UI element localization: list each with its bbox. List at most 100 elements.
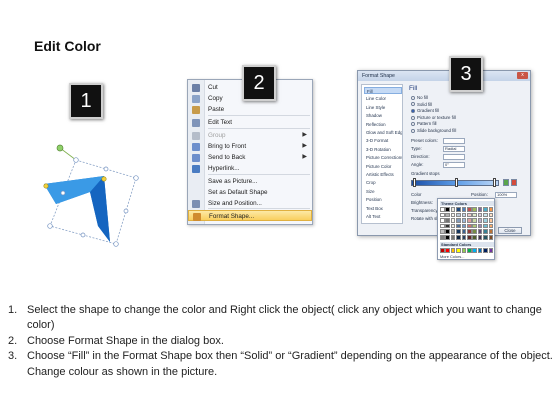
standard-color-swatch[interactable]: [467, 248, 472, 253]
add-stop-icon[interactable]: [503, 179, 509, 186]
fill-option-radio[interactable]: No fill: [411, 95, 491, 101]
theme-color-swatch[interactable]: [483, 235, 488, 240]
nav-item-line-color[interactable]: Line Color: [364, 95, 402, 102]
theme-color-swatch[interactable]: [477, 207, 483, 212]
menu-item-format-shape[interactable]: Format Shape...: [188, 210, 312, 221]
theme-color-swatch[interactable]: [488, 235, 494, 240]
theme-color-swatch[interactable]: [467, 218, 472, 223]
nav-item-fill[interactable]: Fill: [364, 87, 402, 95]
menu-item-save-as-picture[interactable]: Save as Picture...: [188, 176, 312, 187]
theme-color-swatch[interactable]: [488, 207, 494, 212]
theme-color-swatch[interactable]: [461, 229, 467, 234]
menu-item-set-as-default-shape[interactable]: Set as Default Shape: [188, 187, 312, 198]
fill-option-radio[interactable]: Solid fill: [411, 102, 491, 108]
nav-item-glow-and-soft-edges[interactable]: Glow and Soft Edges: [364, 129, 402, 136]
theme-color-swatch[interactable]: [477, 223, 483, 229]
nav-item-alt-text[interactable]: Alt Text: [364, 213, 402, 220]
theme-color-swatch[interactable]: [450, 223, 456, 229]
nav-item-3-d-format[interactable]: 3-D Format: [364, 137, 402, 144]
theme-color-swatch[interactable]: [483, 212, 488, 218]
menu-item-hyperlink[interactable]: Hyperlink...: [188, 163, 312, 174]
theme-color-swatch[interactable]: [472, 212, 477, 218]
theme-color-swatch[interactable]: [445, 223, 450, 229]
nav-item-picture-corrections[interactable]: Picture Corrections: [364, 154, 402, 161]
field-control[interactable]: Radial: [443, 146, 465, 152]
theme-color-swatch[interactable]: [488, 212, 494, 218]
theme-color-swatch[interactable]: [472, 235, 477, 240]
theme-color-swatch[interactable]: [456, 212, 461, 218]
standard-color-swatch[interactable]: [450, 248, 456, 253]
fill-option-radio[interactable]: Slide background fill: [411, 128, 491, 134]
theme-color-swatch[interactable]: [483, 223, 488, 229]
field-control[interactable]: [443, 138, 465, 144]
theme-color-swatch[interactable]: [445, 235, 450, 240]
theme-color-swatch[interactable]: [477, 235, 483, 240]
menu-item-size-and-position[interactable]: Size and Position...: [188, 198, 312, 209]
theme-color-swatch[interactable]: [440, 235, 445, 240]
nav-item-shadow[interactable]: Shadow: [364, 112, 402, 119]
theme-color-swatch[interactable]: [445, 212, 450, 218]
menu-item-bring-to-front[interactable]: Bring to Front ▶: [188, 141, 312, 152]
theme-color-swatch[interactable]: [440, 207, 445, 212]
theme-color-swatch[interactable]: [440, 229, 445, 234]
nav-item-reflection[interactable]: Reflection: [364, 121, 402, 128]
theme-color-swatch[interactable]: [467, 207, 472, 212]
position-input[interactable]: 100%: [495, 192, 517, 198]
theme-color-swatch[interactable]: [467, 223, 472, 229]
theme-color-swatch[interactable]: [467, 235, 472, 240]
menu-item-paste[interactable]: Paste: [188, 104, 312, 115]
theme-color-swatch[interactable]: [450, 212, 456, 218]
theme-color-swatch[interactable]: [461, 235, 467, 240]
theme-color-swatch[interactable]: [456, 207, 461, 212]
theme-color-swatch[interactable]: [440, 218, 445, 223]
theme-color-swatch[interactable]: [467, 212, 472, 218]
theme-color-swatch[interactable]: [467, 229, 472, 234]
theme-color-swatch[interactable]: [461, 207, 467, 212]
theme-color-swatch[interactable]: [450, 229, 456, 234]
theme-color-swatch[interactable]: [461, 218, 467, 223]
menu-item-edit-text[interactable]: Edit Text: [188, 117, 312, 128]
theme-color-swatch[interactable]: [488, 229, 494, 234]
theme-color-swatch[interactable]: [440, 212, 445, 218]
menu-item-send-to-back[interactable]: Send to Back ▶: [188, 152, 312, 163]
theme-color-swatch[interactable]: [477, 229, 483, 234]
nav-item-size[interactable]: Size: [364, 188, 402, 195]
nav-item-line-style[interactable]: Line Style: [364, 104, 402, 111]
theme-color-swatch[interactable]: [450, 235, 456, 240]
gradient-stop-handle[interactable]: [413, 178, 416, 187]
standard-color-swatch[interactable]: [472, 248, 477, 253]
standard-color-swatch[interactable]: [456, 248, 461, 253]
more-colors-link[interactable]: More Colors...: [440, 254, 464, 259]
theme-color-swatch[interactable]: [483, 229, 488, 234]
gradient-stop-handle[interactable]: [493, 178, 496, 187]
theme-color-swatch[interactable]: [456, 235, 461, 240]
nav-item-crop[interactable]: Crop: [364, 179, 402, 186]
theme-color-swatch[interactable]: [488, 223, 494, 229]
theme-color-swatch[interactable]: [456, 223, 461, 229]
theme-color-swatch[interactable]: [450, 207, 456, 212]
theme-color-swatch[interactable]: [477, 218, 483, 223]
standard-color-swatch[interactable]: [488, 248, 494, 253]
menu-item-group[interactable]: Group ▶: [188, 130, 312, 141]
theme-color-swatch[interactable]: [472, 218, 477, 223]
nav-item-position[interactable]: Position: [364, 196, 402, 203]
theme-color-swatch[interactable]: [445, 218, 450, 223]
theme-color-swatch[interactable]: [477, 212, 483, 218]
standard-color-swatch[interactable]: [477, 248, 483, 253]
theme-color-swatch[interactable]: [472, 229, 477, 234]
theme-color-swatch[interactable]: [483, 218, 488, 223]
theme-color-swatch[interactable]: [472, 223, 477, 229]
theme-color-swatch[interactable]: [445, 207, 450, 212]
theme-color-swatch[interactable]: [440, 223, 445, 229]
theme-color-swatch[interactable]: [456, 229, 461, 234]
field-control[interactable]: 0°: [443, 162, 465, 168]
gradient-stop-handle[interactable]: [455, 178, 458, 187]
theme-color-swatch[interactable]: [461, 212, 467, 218]
theme-color-swatch[interactable]: [488, 218, 494, 223]
theme-color-swatch[interactable]: [445, 229, 450, 234]
standard-color-swatch[interactable]: [445, 248, 450, 253]
theme-color-swatch[interactable]: [483, 207, 488, 212]
close-button[interactable]: Close: [498, 227, 522, 234]
selected-shape-area[interactable]: [30, 140, 150, 250]
theme-color-swatch[interactable]: [456, 218, 461, 223]
